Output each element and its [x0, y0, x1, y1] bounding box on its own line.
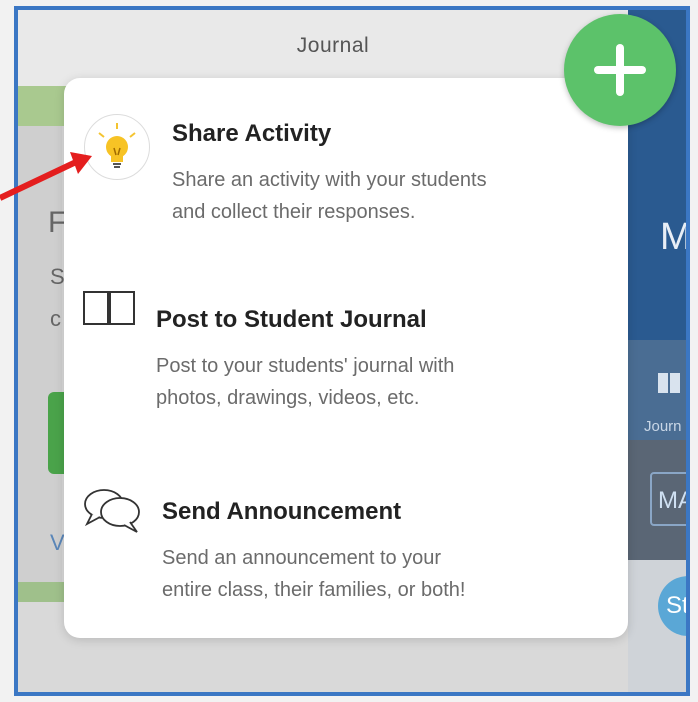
description-line: Send an announcement to your: [162, 547, 442, 569]
app-frame: Journal F S c V M Journ MA St: [14, 6, 690, 696]
annotation-arrow-icon: [0, 152, 92, 201]
description-line: photos, drawings, videos, etc.: [156, 387, 420, 409]
journal-header: Journal: [18, 10, 628, 87]
page-title: Journal: [296, 34, 370, 57]
background-letter: c: [50, 306, 61, 331]
right-panel-button[interactable]: MA: [650, 472, 686, 526]
add-menu-popup: Share Activity Share an activity with yo…: [64, 78, 628, 638]
menu-item-title: Post to Student Journal: [156, 306, 427, 333]
add-button[interactable]: [564, 14, 676, 126]
description-line: entire class, their families, or both!: [162, 579, 466, 601]
menu-item-send-announcement[interactable]: Send Announcement Send an announcement t…: [64, 468, 628, 638]
menu-item-title: Send Announcement: [162, 498, 402, 525]
description-line: Post to your students' journal with: [156, 355, 455, 377]
background-link[interactable]: V: [50, 530, 65, 556]
book-icon: [83, 291, 135, 325]
journal-tab-icon[interactable]: [656, 370, 682, 396]
background-letter: S: [50, 264, 65, 289]
journal-tab-label[interactable]: Journ: [644, 418, 682, 435]
right-panel-letter: M: [660, 216, 690, 258]
plus-icon: [594, 44, 646, 96]
chat-bubbles-icon: [84, 489, 140, 533]
menu-item-description: Send an announcement to your entire clas…: [162, 542, 622, 606]
menu-item-description: Post to your students' journal with phot…: [156, 350, 616, 414]
